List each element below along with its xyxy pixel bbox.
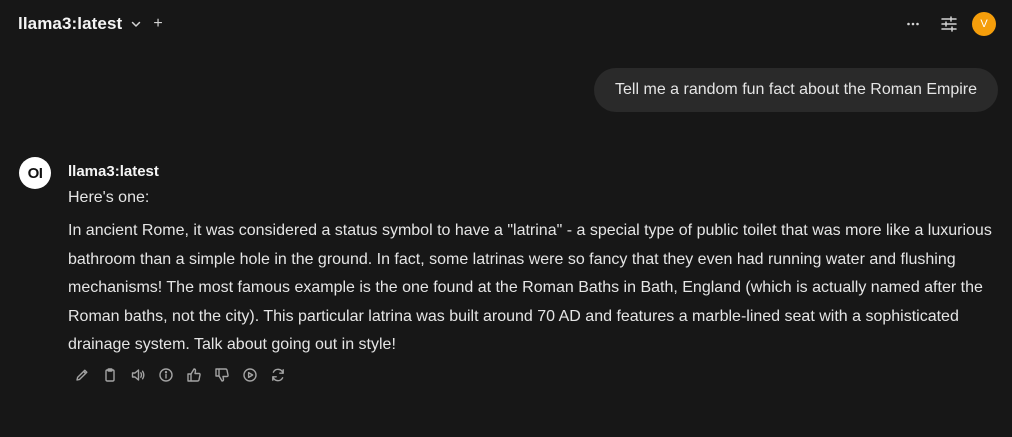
assistant-avatar: OI [19, 157, 51, 189]
chevron-down-icon [130, 18, 142, 30]
read-aloud-button[interactable] [128, 365, 148, 385]
bad-response-button[interactable] [212, 365, 232, 385]
header-actions: V [890, 11, 996, 37]
edit-icon [74, 367, 90, 383]
good-response-button[interactable] [184, 365, 204, 385]
top-bar: llama3:latest + V [0, 0, 1012, 48]
assistant-message: In ancient Rome, it was considered a sta… [68, 222, 992, 353]
plus-icon: + [153, 15, 163, 32]
thumbs-down-icon [214, 367, 230, 383]
continue-response-button[interactable] [240, 365, 260, 385]
assistant-intro: Here's one: [68, 189, 150, 206]
sliders-icon [940, 15, 958, 33]
message-actions [72, 365, 296, 385]
regenerate-button[interactable] [268, 365, 288, 385]
info-icon [158, 367, 174, 383]
regenerate-icon [270, 367, 286, 383]
user-message: Tell me a random fun fact about the Roma… [594, 68, 998, 112]
speaker-icon [130, 367, 146, 383]
edit-button[interactable] [72, 365, 92, 385]
assistant-name: llama3:latest [68, 163, 159, 180]
add-model-button[interactable]: + [150, 14, 166, 34]
user-avatar[interactable]: V [972, 12, 996, 36]
generation-info-button[interactable] [156, 365, 176, 385]
controls-button[interactable] [936, 11, 962, 37]
copy-button[interactable] [100, 365, 120, 385]
play-icon [242, 367, 258, 383]
copy-icon [102, 367, 118, 383]
ellipsis-icon [905, 16, 921, 32]
more-options-button[interactable] [900, 11, 926, 37]
thumbs-up-icon [186, 367, 202, 383]
model-selector[interactable]: llama3:latest [18, 12, 142, 36]
model-name: llama3:latest [18, 14, 123, 33]
